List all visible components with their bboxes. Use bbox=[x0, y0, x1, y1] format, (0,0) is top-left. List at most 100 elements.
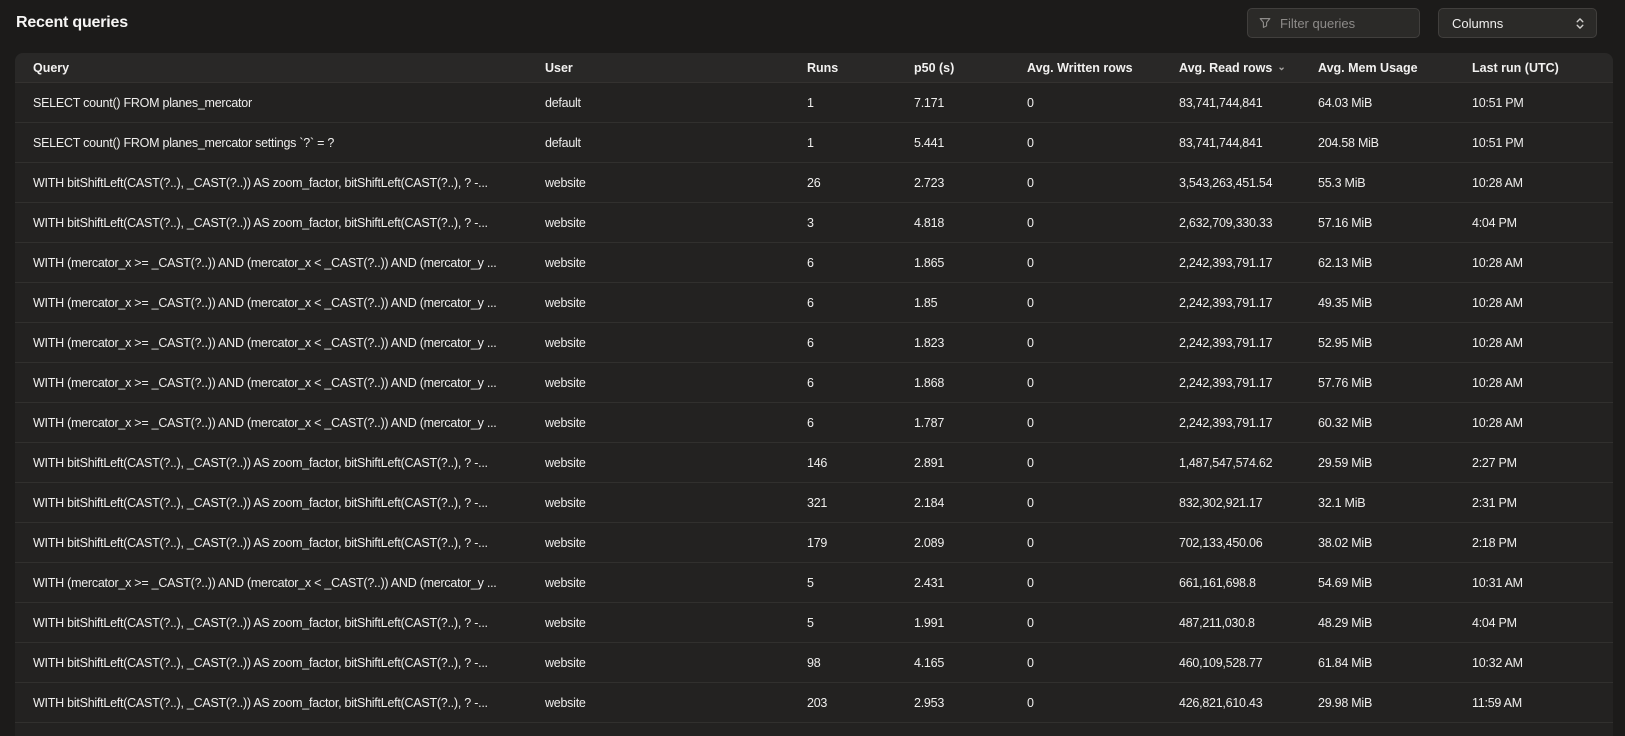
cell-written: 0 bbox=[1009, 96, 1161, 110]
cell-runs: 203 bbox=[789, 696, 896, 710]
columns-select[interactable]: Columns bbox=[1438, 8, 1597, 38]
top-bar: Recent queries Columns bbox=[0, 0, 1625, 46]
cell-mem: 55.3 MiB bbox=[1300, 176, 1454, 190]
cell-mem: 54.69 MiB bbox=[1300, 576, 1454, 590]
cell-query: WITH (mercator_x >= _CAST(?..)) AND (mer… bbox=[15, 336, 527, 350]
table-row[interactable]: WITH bitShiftLeft(CAST(?..), _CAST(?..))… bbox=[15, 643, 1613, 683]
cell-mem: 52.95 MiB bbox=[1300, 336, 1454, 350]
cell-p50: 2.953 bbox=[896, 696, 1009, 710]
cell-read: 2,242,393,791.17 bbox=[1161, 376, 1300, 390]
table-row[interactable]: WITH bitShiftLeft(CAST(?..), _CAST(?..))… bbox=[15, 683, 1613, 723]
cell-runs: 1 bbox=[789, 136, 896, 150]
column-header-user[interactable]: User bbox=[527, 53, 789, 82]
cell-query: WITH (mercator_x >= _CAST(?..)) AND (mer… bbox=[15, 256, 527, 270]
cell-mem: 48.29 MiB bbox=[1300, 616, 1454, 630]
cell-runs: 6 bbox=[789, 376, 896, 390]
cell-p50: 1.787 bbox=[896, 416, 1009, 430]
cell-query: SELECT count() FROM planes_mercator bbox=[15, 96, 527, 110]
cell-user: website bbox=[527, 296, 789, 310]
cell-written: 0 bbox=[1009, 496, 1161, 510]
cell-last_run: 10:28 AM bbox=[1454, 296, 1613, 310]
cell-user: default bbox=[527, 136, 789, 150]
cell-last_run: 10:28 AM bbox=[1454, 176, 1613, 190]
table-row[interactable]: WITH bitShiftLeft(CAST(?..), _CAST(?..))… bbox=[15, 203, 1613, 243]
cell-user: website bbox=[527, 536, 789, 550]
cell-read: 2,242,393,791.17 bbox=[1161, 296, 1300, 310]
cell-user: website bbox=[527, 696, 789, 710]
cell-read: 83,741,744,841 bbox=[1161, 96, 1300, 110]
cell-written: 0 bbox=[1009, 576, 1161, 590]
cell-user: website bbox=[527, 496, 789, 510]
page-title: Recent queries bbox=[16, 14, 128, 32]
cell-p50: 1.868 bbox=[896, 376, 1009, 390]
cell-last_run: 10:28 AM bbox=[1454, 416, 1613, 430]
column-header-last_run[interactable]: Last run (UTC) bbox=[1454, 53, 1613, 82]
cell-runs: 6 bbox=[789, 256, 896, 270]
cell-written: 0 bbox=[1009, 616, 1161, 630]
cell-read: 3,543,263,451.54 bbox=[1161, 176, 1300, 190]
cell-mem: 62.13 MiB bbox=[1300, 256, 1454, 270]
cell-read: 2,242,393,791.17 bbox=[1161, 336, 1300, 350]
table-row[interactable]: SELECT count() FROM planes_mercatordefau… bbox=[15, 83, 1613, 123]
table-row[interactable]: WITH bitShiftLeft(CAST(?..), _CAST(?..))… bbox=[15, 163, 1613, 203]
table-body: SELECT count() FROM planes_mercatordefau… bbox=[15, 83, 1613, 736]
column-header-written[interactable]: Avg. Written rows bbox=[1009, 53, 1161, 82]
column-header-label: Avg. Mem Usage bbox=[1318, 61, 1418, 75]
table-row[interactable]: WITH (mercator_x >= _CAST(?..)) AND (mer… bbox=[15, 403, 1613, 443]
column-header-mem[interactable]: Avg. Mem Usage bbox=[1300, 53, 1454, 82]
cell-runs: 3 bbox=[789, 216, 896, 230]
cell-last_run: 10:28 AM bbox=[1454, 376, 1613, 390]
cell-user: website bbox=[527, 216, 789, 230]
cell-mem: 204.58 MiB bbox=[1300, 136, 1454, 150]
cell-user: website bbox=[527, 616, 789, 630]
table-row[interactable]: WITH bitShiftLeft(CAST(?..), _CAST(?..))… bbox=[15, 443, 1613, 483]
cell-query: WITH (mercator_x >= _CAST(?..)) AND (mer… bbox=[15, 376, 527, 390]
cell-mem: 61.84 MiB bbox=[1300, 656, 1454, 670]
table-row[interactable]: WITH (mercator_x >= _CAST(?..)) AND (mer… bbox=[15, 283, 1613, 323]
sort-descending-icon: ⌄ bbox=[1277, 63, 1285, 73]
column-header-label: User bbox=[545, 61, 573, 75]
cell-mem: 57.16 MiB bbox=[1300, 216, 1454, 230]
cell-p50: 5.441 bbox=[896, 136, 1009, 150]
column-header-label: Avg. Read rows bbox=[1179, 61, 1272, 75]
cell-read: 2,632,709,330.33 bbox=[1161, 216, 1300, 230]
toolbar-controls: Columns bbox=[1247, 8, 1597, 38]
cell-p50: 2.184 bbox=[896, 496, 1009, 510]
cell-p50: 7.171 bbox=[896, 96, 1009, 110]
cell-user: website bbox=[527, 656, 789, 670]
cell-written: 0 bbox=[1009, 656, 1161, 670]
cell-last_run: 2:18 PM bbox=[1454, 536, 1613, 550]
recent-queries-table: Query User Runsp50 (s) Avg. Written rows Avg… bbox=[15, 53, 1613, 736]
filter-queries-box[interactable] bbox=[1247, 8, 1420, 38]
table-row-partial[interactable] bbox=[15, 723, 1613, 736]
cell-p50: 4.818 bbox=[896, 216, 1009, 230]
cell-runs: 6 bbox=[789, 296, 896, 310]
table-row[interactable]: WITH (mercator_x >= _CAST(?..)) AND (mer… bbox=[15, 323, 1613, 363]
cell-user: website bbox=[527, 456, 789, 470]
table-row[interactable]: WITH (mercator_x >= _CAST(?..)) AND (mer… bbox=[15, 243, 1613, 283]
column-header-label: Query bbox=[33, 61, 69, 75]
cell-query: WITH bitShiftLeft(CAST(?..), _CAST(?..))… bbox=[15, 496, 527, 510]
cell-read: 83,741,744,841 bbox=[1161, 136, 1300, 150]
table-row[interactable]: WITH (mercator_x >= _CAST(?..)) AND (mer… bbox=[15, 363, 1613, 403]
cell-runs: 6 bbox=[789, 336, 896, 350]
table-row[interactable]: WITH bitShiftLeft(CAST(?..), _CAST(?..))… bbox=[15, 603, 1613, 643]
cell-query: SELECT count() FROM planes_mercator sett… bbox=[15, 136, 527, 150]
column-header-read[interactable]: Avg. Read rows ⌄ bbox=[1161, 53, 1300, 82]
filter-queries-input[interactable] bbox=[1280, 16, 1409, 31]
column-header-query[interactable]: Query bbox=[15, 53, 527, 82]
cell-mem: 64.03 MiB bbox=[1300, 96, 1454, 110]
column-header-label: Avg. Written rows bbox=[1027, 61, 1133, 75]
column-header-runs[interactable]: Runs bbox=[789, 53, 896, 82]
cell-runs: 1 bbox=[789, 96, 896, 110]
table-row[interactable]: WITH bitShiftLeft(CAST(?..), _CAST(?..))… bbox=[15, 483, 1613, 523]
cell-read: 426,821,610.43 bbox=[1161, 696, 1300, 710]
table-row[interactable]: WITH (mercator_x >= _CAST(?..)) AND (mer… bbox=[15, 563, 1613, 603]
cell-written: 0 bbox=[1009, 176, 1161, 190]
cell-read: 2,242,393,791.17 bbox=[1161, 416, 1300, 430]
table-row[interactable]: SELECT count() FROM planes_mercator sett… bbox=[15, 123, 1613, 163]
cell-query: WITH bitShiftLeft(CAST(?..), _CAST(?..))… bbox=[15, 176, 527, 190]
cell-last_run: 2:27 PM bbox=[1454, 456, 1613, 470]
column-header-p50[interactable]: p50 (s) bbox=[896, 53, 1009, 82]
table-row[interactable]: WITH bitShiftLeft(CAST(?..), _CAST(?..))… bbox=[15, 523, 1613, 563]
